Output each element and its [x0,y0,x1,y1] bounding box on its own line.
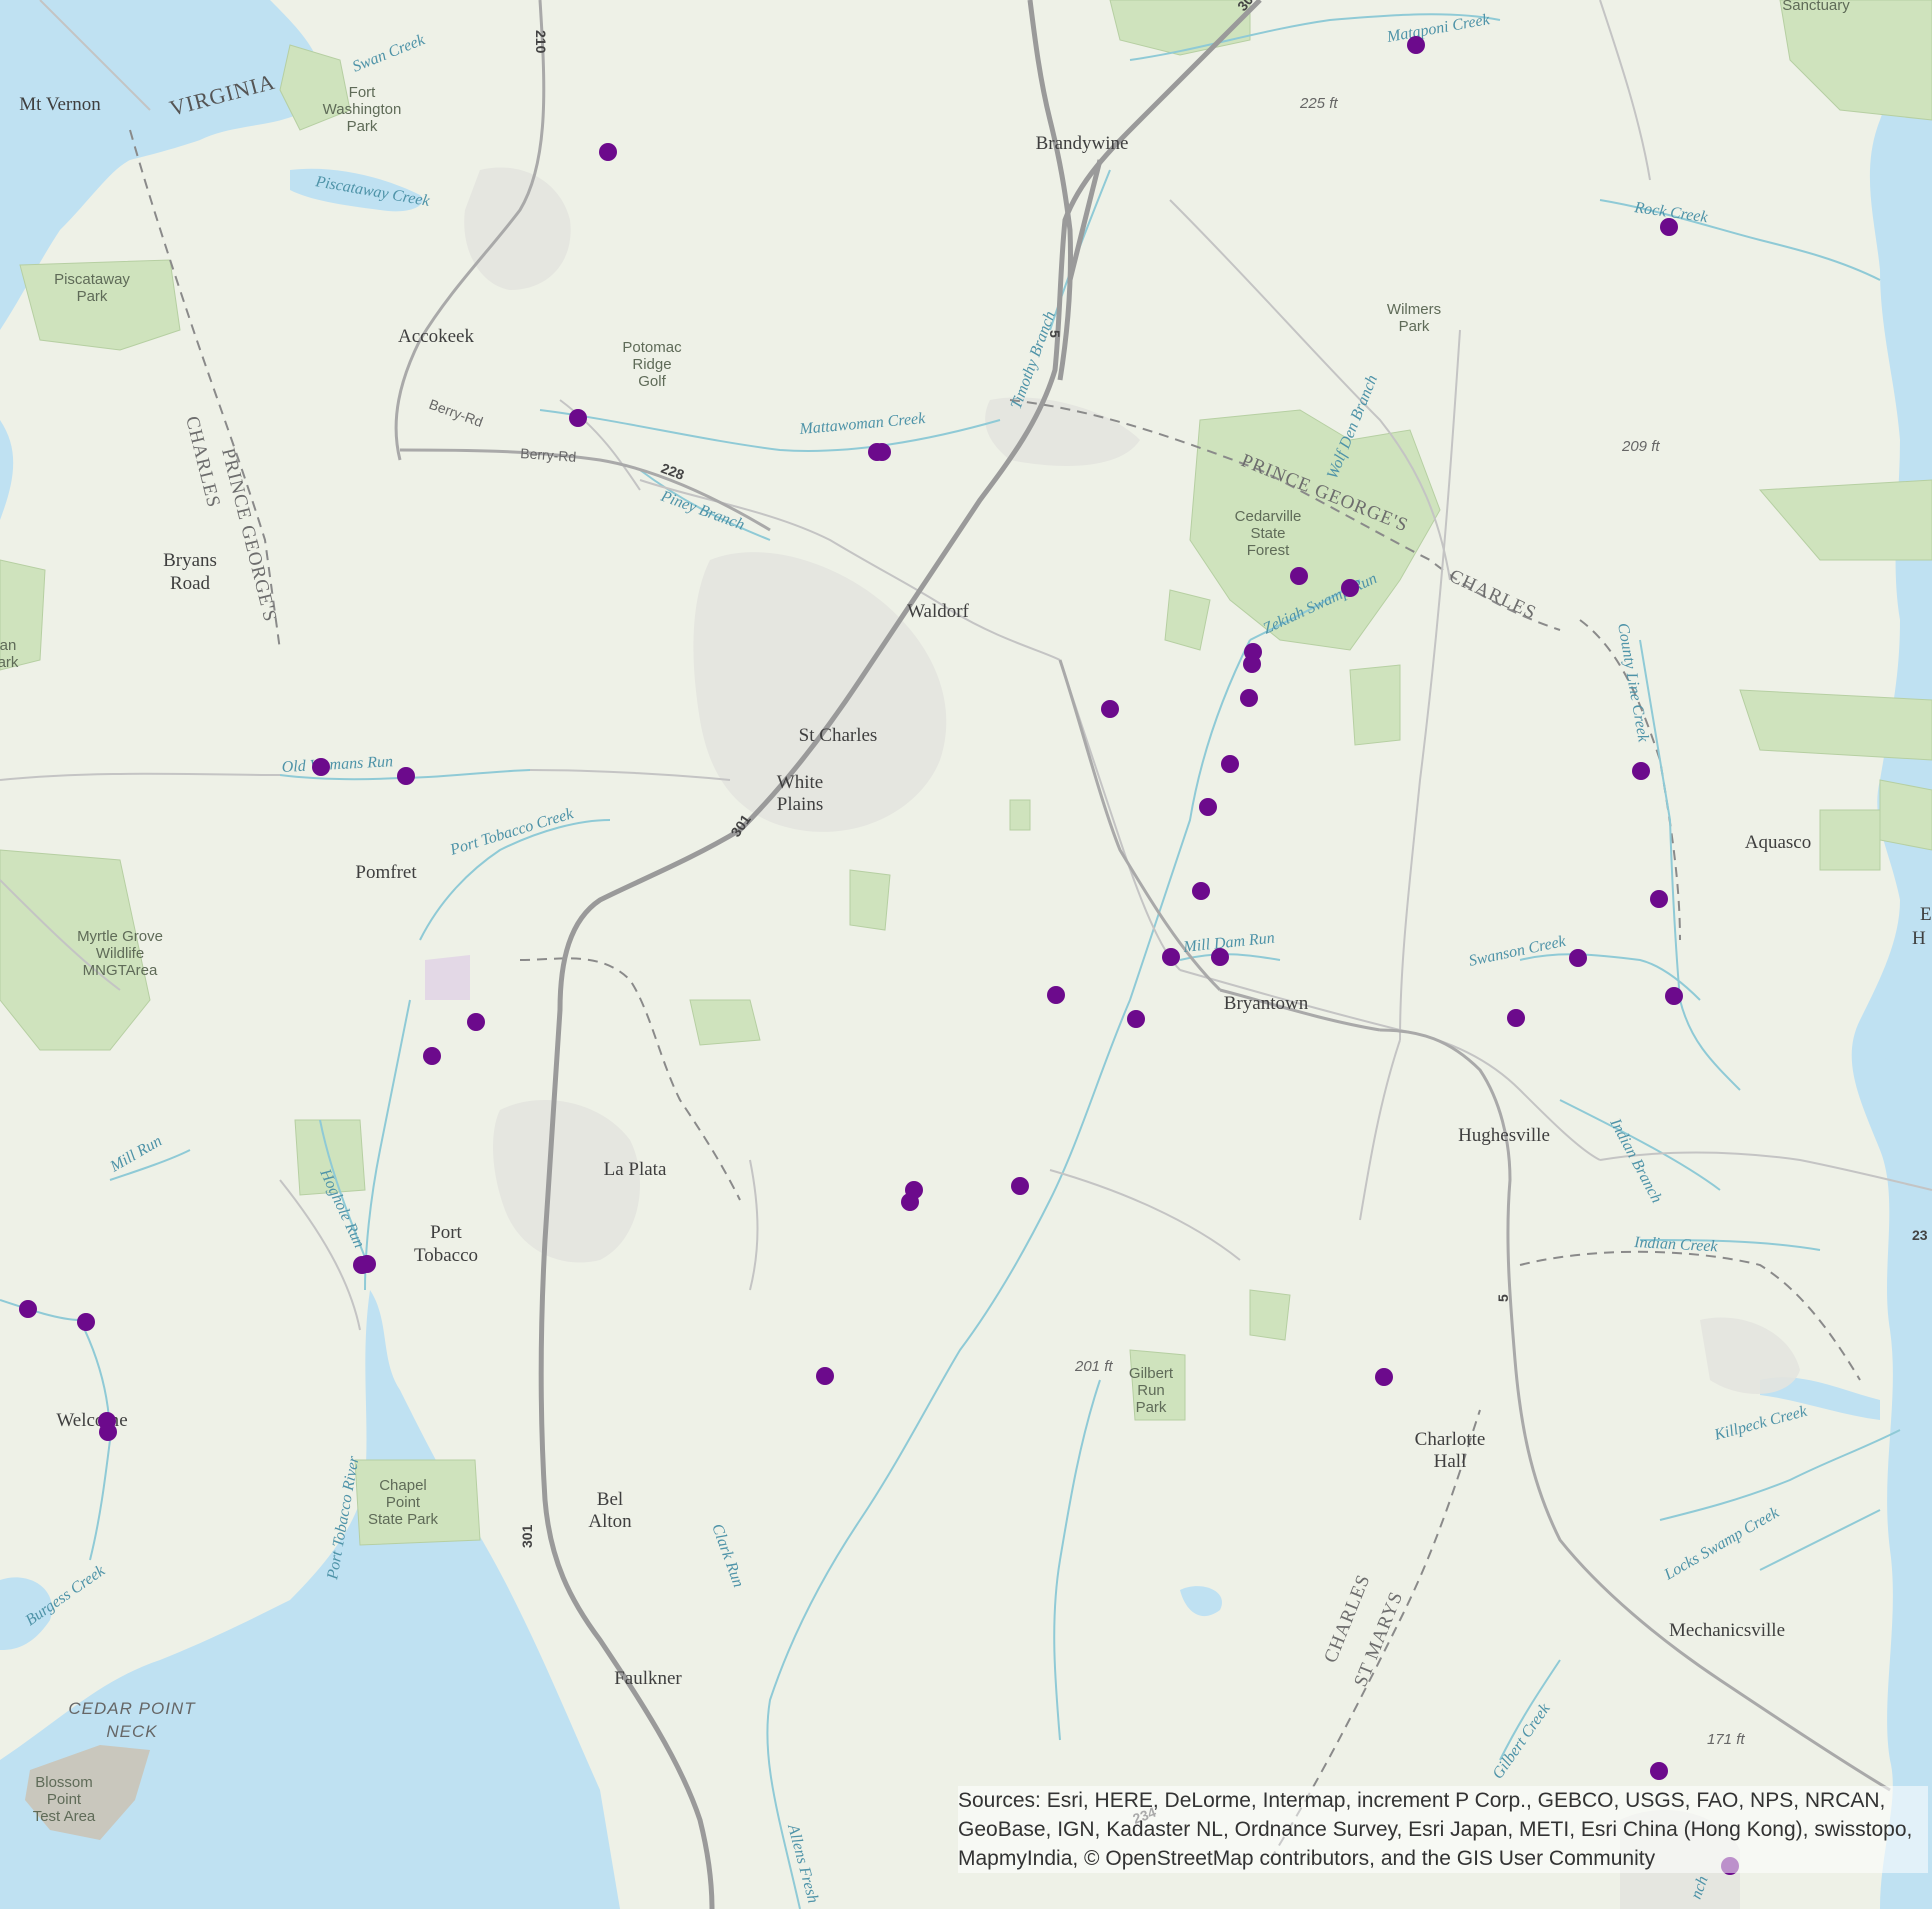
observation-marker[interactable] [1632,762,1650,780]
observation-marker[interactable] [1290,567,1308,585]
observation-marker[interactable] [1101,700,1119,718]
observation-marker[interactable] [569,409,587,427]
place-la-plata: La Plata [604,1159,667,1180]
observation-marker[interactable] [1650,890,1668,908]
observation-marker[interactable] [467,1013,485,1031]
observation-marker[interactable] [1162,948,1180,966]
edge-label-e: E [1920,904,1932,925]
observation-marker[interactable] [1011,1177,1029,1195]
place-white-plains: White Plains [777,772,823,815]
observation-marker[interactable] [1192,882,1210,900]
place-aquasco: Aquasco [1745,832,1811,853]
map-attribution: Sources: Esri, HERE, DeLorme, Intermap, … [958,1786,1928,1873]
route-5-south: 5 [1495,1294,1511,1302]
svg-text:210: 210 [533,30,549,54]
observation-marker[interactable] [99,1423,117,1441]
route-210: 210 [533,30,549,54]
observation-marker[interactable] [1341,579,1359,597]
park-left-edge: an ark [0,637,19,671]
observation-marker[interactable] [1240,689,1258,707]
place-hughesville: Hughesville [1458,1125,1550,1146]
observation-marker[interactable] [1221,755,1239,773]
observation-marker[interactable] [1407,36,1425,54]
elev-201: 201 ft [1074,1358,1113,1375]
observation-marker[interactable] [423,1047,441,1065]
observation-marker[interactable] [1199,798,1217,816]
svg-text:301: 301 [519,1524,535,1548]
observation-marker[interactable] [312,758,330,776]
map-view[interactable]: 301 210 5 228 301 301 5 23 [0,0,1932,1909]
place-waldorf: Waldorf [907,601,969,622]
observation-marker[interactable] [1375,1368,1393,1386]
observation-marker[interactable] [77,1313,95,1331]
observation-marker[interactable] [1047,986,1065,1004]
place-accokeek: Accokeek [398,326,474,347]
place-mechanicsville: Mechanicsville [1669,1620,1785,1641]
route-301-south: 301 [519,1524,535,1548]
observation-marker[interactable] [397,767,415,785]
observation-marker[interactable] [1569,949,1587,967]
svg-text:5: 5 [1495,1294,1511,1302]
route-23-edge: 23 [1912,1227,1928,1243]
observation-marker[interactable] [901,1193,919,1211]
observation-marker[interactable] [873,443,891,461]
observation-marker[interactable] [1507,1009,1525,1027]
place-brandywine: Brandywine [1036,133,1129,154]
observation-marker[interactable] [1660,218,1678,236]
restricted-area [425,955,470,1000]
observation-marker[interactable] [19,1300,37,1318]
elev-171: 171 ft [1707,1731,1745,1748]
svg-text:23: 23 [1912,1227,1928,1243]
place-welcome: Welcome [56,1410,127,1431]
observation-marker[interactable] [599,143,617,161]
observation-marker[interactable] [1127,1010,1145,1028]
place-mt-vernon: Mt Vernon [19,94,101,115]
elev-225: 225 ft [1299,95,1338,112]
observation-marker[interactable] [1650,1762,1668,1780]
basemap[interactable]: 301 210 5 228 301 301 5 23 [0,0,1932,1909]
place-bryantown: Bryantown [1224,993,1309,1014]
observation-marker[interactable] [358,1255,376,1273]
park-sanctuary: Sanctuary [1782,0,1850,14]
place-faulkner: Faulkner [614,1668,682,1689]
observation-marker[interactable] [1243,655,1261,673]
observation-marker[interactable] [816,1367,834,1385]
place-pomfret: Pomfret [355,862,417,883]
elev-209: 209 ft [1621,438,1660,455]
edge-label-h: H [1912,928,1926,949]
observation-marker[interactable] [1665,987,1683,1005]
observation-marker[interactable] [1211,948,1229,966]
place-st-charles: St Charles [799,725,878,746]
